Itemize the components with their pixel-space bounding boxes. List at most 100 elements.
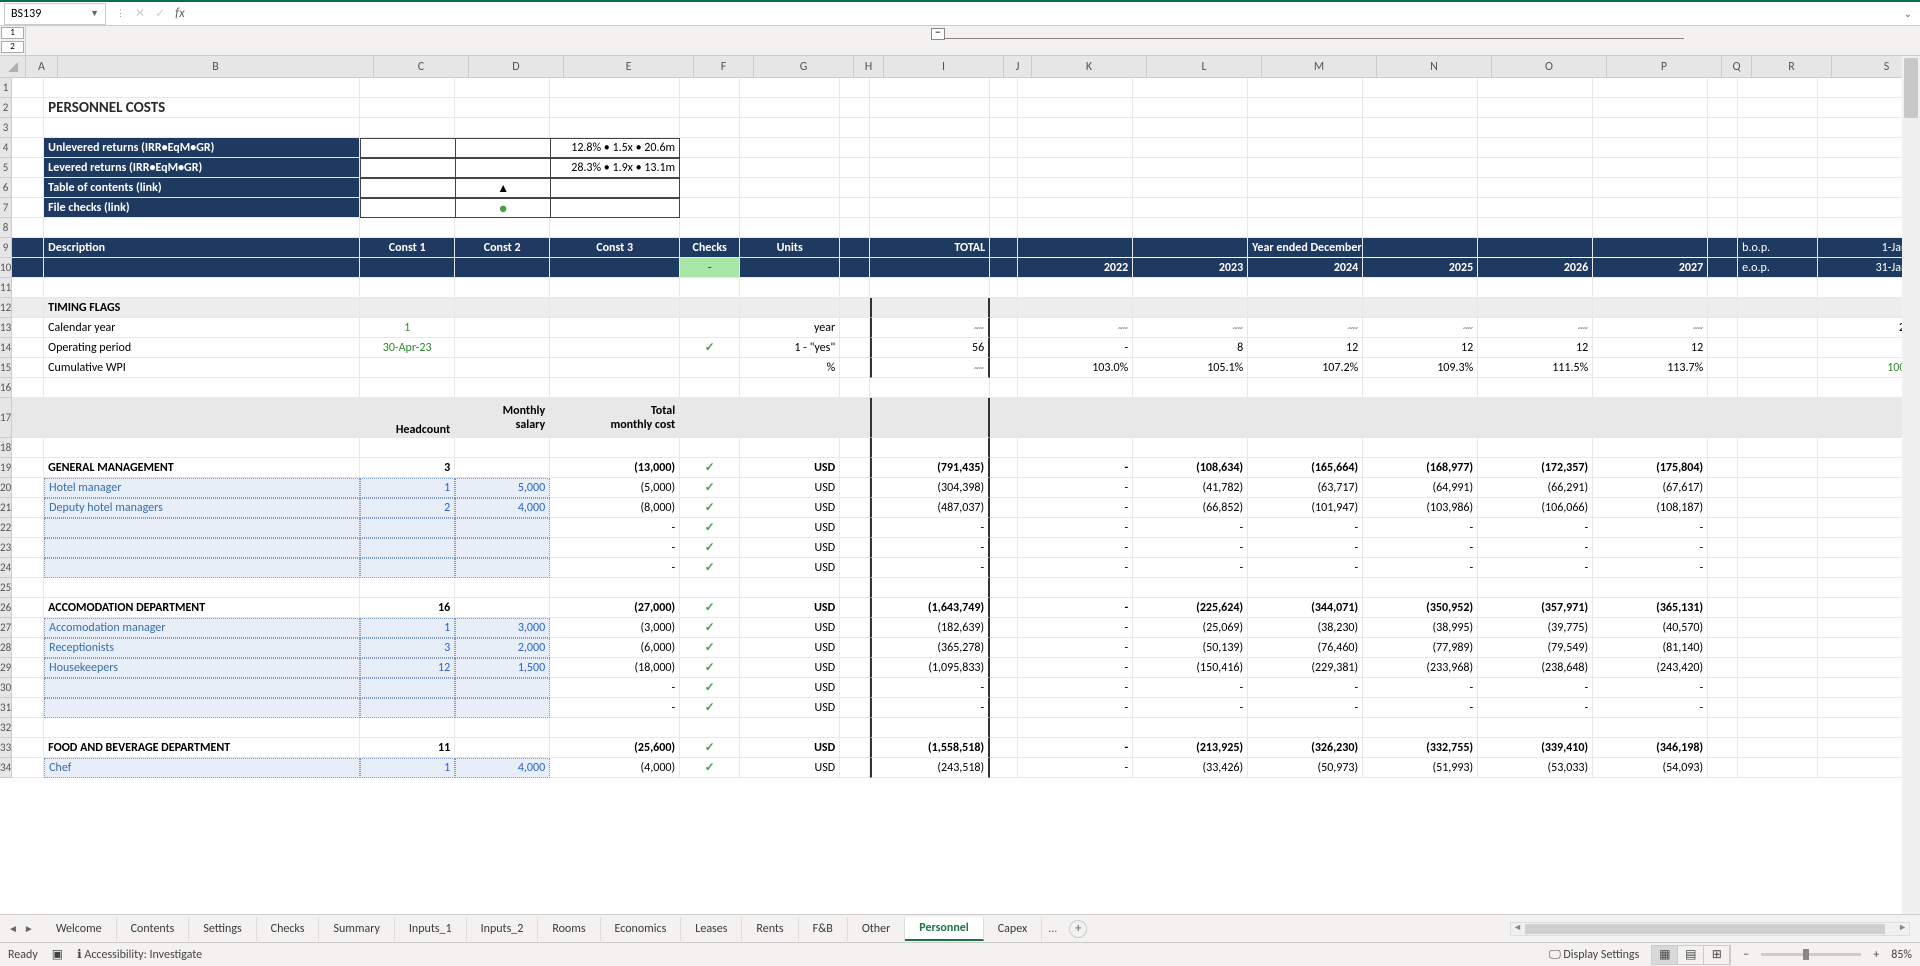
cell[interactable]: Year ended December 31 [1248, 238, 1363, 258]
cell[interactable]: (791,435) [870, 458, 990, 478]
cell[interactable] [44, 398, 360, 438]
cell[interactable] [360, 538, 455, 558]
cell[interactable]: (27,000) [550, 598, 680, 618]
cell[interactable]: (339,410) [1478, 738, 1593, 758]
cell[interactable] [455, 78, 550, 98]
cell[interactable] [1248, 118, 1363, 138]
row-header-8[interactable]: 8 [0, 218, 12, 238]
cell[interactable] [840, 358, 870, 378]
cell[interactable] [840, 398, 870, 438]
cell[interactable] [840, 578, 870, 598]
cell[interactable] [840, 98, 870, 118]
cell[interactable]: (25,069) [1133, 618, 1248, 638]
cell[interactable] [680, 98, 740, 118]
cell[interactable] [840, 558, 870, 578]
cell[interactable] [1593, 158, 1708, 178]
row-header-22[interactable]: 22 [0, 518, 12, 538]
cell[interactable] [12, 698, 44, 718]
cell[interactable] [1478, 398, 1593, 438]
cell[interactable]: (350,952) [1363, 598, 1478, 618]
select-all-corner[interactable] [0, 56, 26, 77]
cell[interactable] [840, 158, 870, 178]
cell[interactable] [1363, 578, 1478, 598]
col-header-H[interactable]: H [854, 56, 884, 77]
cell[interactable] [680, 318, 740, 338]
cell[interactable] [1478, 438, 1593, 458]
cell[interactable] [1133, 438, 1248, 458]
outline-level-1[interactable]: 1 [1, 27, 24, 39]
cell[interactable] [870, 138, 990, 158]
cell[interactable]: - [1018, 598, 1133, 618]
cell[interactable] [550, 298, 680, 318]
cell[interactable] [1593, 198, 1708, 218]
cell[interactable]: - [870, 538, 990, 558]
cell[interactable] [1738, 178, 1818, 198]
cell[interactable]: Deputy hotel managers [44, 498, 360, 518]
cell[interactable] [1708, 598, 1738, 618]
cell[interactable]: (5,000) [550, 478, 680, 498]
cell[interactable] [550, 98, 680, 118]
cell[interactable] [840, 238, 870, 258]
cell[interactable]: ~~ [870, 358, 990, 378]
cell[interactable] [740, 278, 840, 298]
cell[interactable] [870, 578, 990, 598]
cell[interactable] [455, 438, 550, 458]
cell[interactable] [455, 518, 550, 538]
cell[interactable]: 1 [360, 478, 455, 498]
cell[interactable] [1133, 118, 1248, 138]
cell[interactable]: USD [740, 678, 840, 698]
accessibility-status[interactable]: ℹ Accessibility: Investigate [77, 947, 202, 962]
scroll-thumb[interactable] [1904, 58, 1918, 118]
cell[interactable] [360, 98, 455, 118]
sheet-tab-leases[interactable]: Leases [681, 917, 742, 941]
cell[interactable] [1738, 378, 1818, 398]
cell[interactable] [990, 558, 1018, 578]
cell[interactable] [1478, 218, 1593, 238]
cell[interactable] [360, 158, 455, 178]
cell[interactable]: (39,775) [1478, 618, 1593, 638]
cell[interactable] [680, 618, 740, 638]
cell[interactable] [44, 258, 360, 278]
cell[interactable] [550, 198, 680, 218]
cell[interactable] [840, 278, 870, 298]
cell[interactable] [990, 538, 1018, 558]
cell[interactable] [1248, 278, 1363, 298]
dropdown-dots-icon[interactable]: ⋮ [116, 8, 125, 19]
cell[interactable] [1593, 398, 1708, 438]
cell[interactable]: - [550, 698, 680, 718]
col-header-B[interactable]: B [58, 56, 374, 77]
cell[interactable] [680, 638, 740, 658]
cell[interactable] [1018, 98, 1133, 118]
cell[interactable] [1738, 158, 1818, 178]
cell[interactable] [12, 138, 44, 158]
cell[interactable] [990, 158, 1018, 178]
col-header-L[interactable]: L [1147, 56, 1262, 77]
cell[interactable] [12, 598, 44, 618]
sheet-tab-other[interactable]: Other [848, 917, 905, 941]
cell[interactable] [840, 478, 870, 498]
cell[interactable] [360, 518, 455, 538]
cell[interactable]: 12 [1248, 338, 1363, 358]
row-header-32[interactable]: 32 [0, 718, 12, 738]
cell[interactable]: (81,140) [1593, 638, 1708, 658]
cell[interactable]: 2,000 [455, 638, 550, 658]
cell[interactable]: USD [740, 538, 840, 558]
cell[interactable]: 1,500 [455, 658, 550, 678]
cell[interactable] [1248, 98, 1363, 118]
cell[interactable]: 2 [360, 498, 455, 518]
cell[interactable] [12, 338, 44, 358]
cell[interactable] [44, 518, 360, 538]
cell[interactable]: (38,995) [1363, 618, 1478, 638]
cell[interactable] [12, 578, 44, 598]
cell[interactable]: 105.1% [1133, 358, 1248, 378]
formula-expand-icon[interactable]: ⌄ [1904, 7, 1912, 20]
cell[interactable]: (41,782) [1133, 478, 1248, 498]
cell[interactable] [1708, 618, 1738, 638]
cell[interactable] [44, 78, 360, 98]
display-settings[interactable]: 🖵 Display Settings [1549, 948, 1639, 962]
cell[interactable] [44, 718, 360, 738]
cell[interactable] [455, 318, 550, 338]
cell[interactable] [1738, 138, 1818, 158]
cell[interactable]: (243,420) [1593, 658, 1708, 678]
cell[interactable] [1593, 298, 1708, 318]
